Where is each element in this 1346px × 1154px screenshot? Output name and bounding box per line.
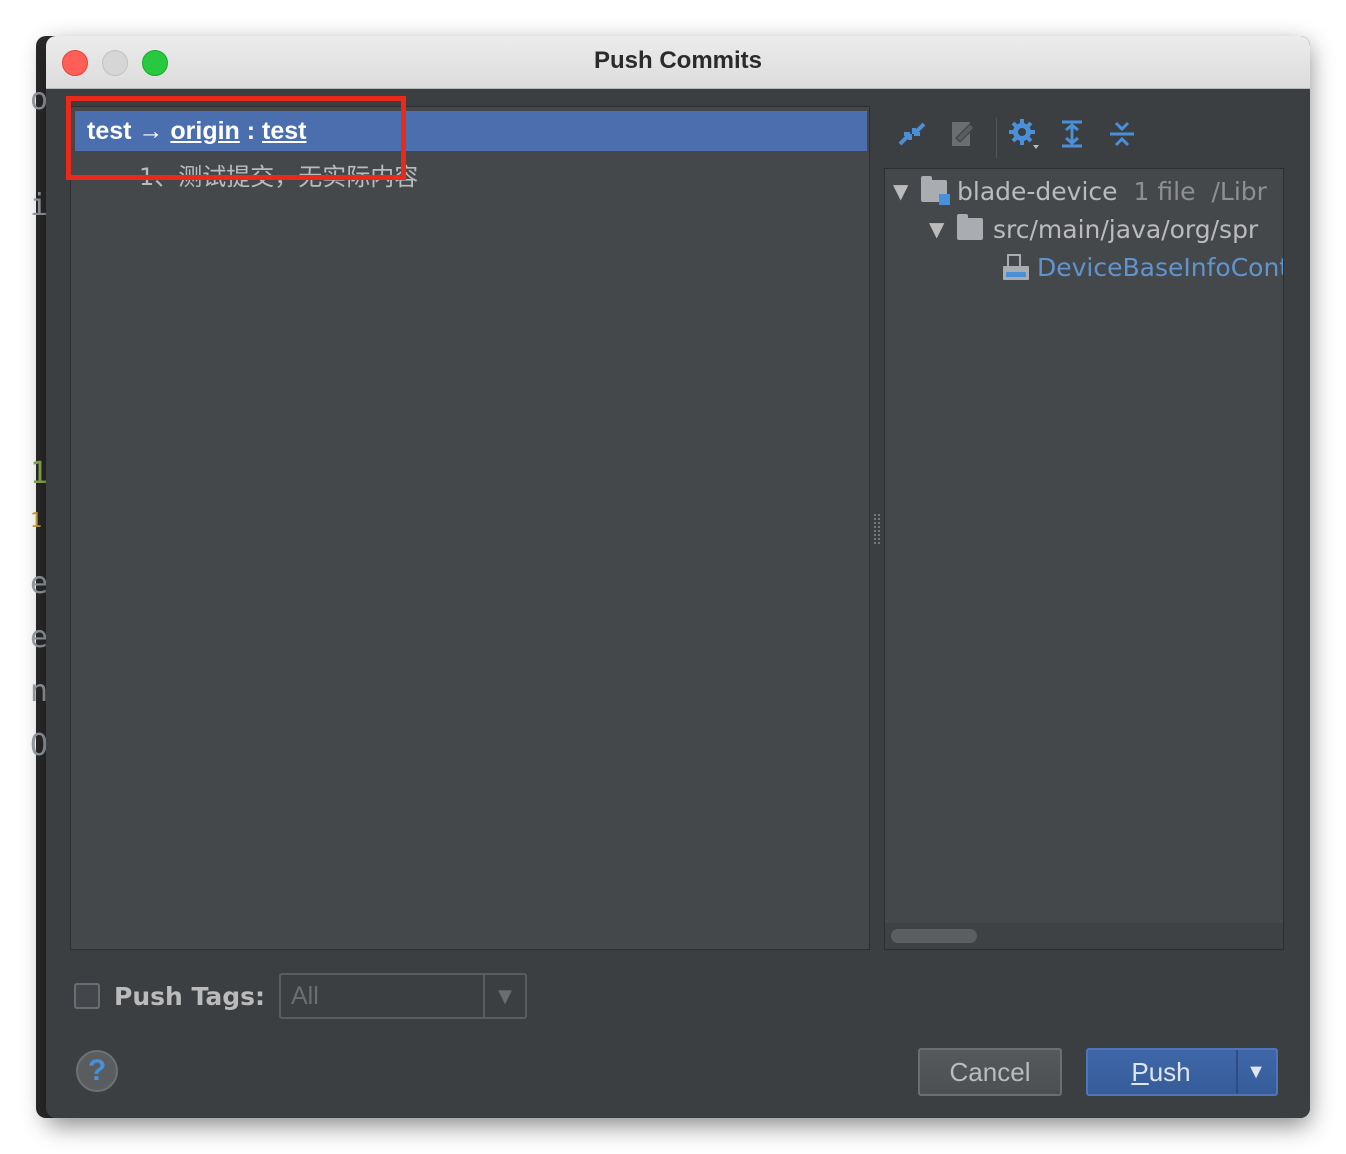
commits-panel: test → origin : test 1、测试提交，无实际内容 [70,106,870,950]
folder-icon [957,214,983,240]
cancel-button[interactable]: Cancel [918,1048,1062,1096]
help-button[interactable]: ? [76,1050,118,1092]
push-tags-checkbox[interactable] [74,983,100,1009]
package-path: src/main/java/org/spr [993,214,1259,244]
tree-node-package[interactable]: ▼ src/main/java/org/spr [929,211,1258,247]
push-tags-label: Push Tags: [114,981,265,1011]
push-tags-select[interactable]: All ▼ [278,973,527,1019]
expand-triangle-icon[interactable]: ▼ [929,217,957,241]
changes-toolbar [892,114,1292,158]
push-commits-dialog: Push Commits test → origin : test 1、测试提交… [46,36,1310,1118]
push-tags-row: Push Tags: All ▼ [74,972,527,1020]
show-diff-icon[interactable] [942,114,982,154]
expand-all-icon[interactable] [1052,114,1092,154]
expand-triangle-icon[interactable]: ▼ [893,179,921,203]
java-file-icon [1001,252,1029,282]
collapse-all-icon[interactable] [1102,114,1142,154]
push-button-label: Push [1131,1056,1191,1087]
module-path: /Libr [1211,176,1267,206]
settings-icon[interactable] [1004,114,1044,154]
window-title: Push Commits [593,47,763,74]
file-name: DeviceBaseInfoCont [1037,252,1284,282]
push-tags-select-value: All [290,982,319,1010]
push-button[interactable]: Push ▼ [1086,1048,1278,1096]
module-folder-icon [921,176,950,205]
toolbar-separator [996,118,997,158]
chevron-down-icon[interactable]: ▼ [482,975,525,1017]
annotation-highlight-box [66,96,406,180]
module-name: blade-device [957,176,1118,206]
panel-splitter-handle[interactable] [874,514,880,544]
title-bar[interactable]: Push Commits [46,36,1310,89]
changed-files-panel: ▼ blade-device 1 file /Libr ▼ src/main/j… [884,168,1284,950]
horizontal-scrollbar-thumb[interactable] [891,929,977,943]
tree-node-module[interactable]: ▼ blade-device 1 file /Libr [893,173,1267,209]
background-editor-glyph: 1 [30,508,43,532]
horizontal-scrollbar-track[interactable] [885,923,1283,949]
module-file-count: 1 file [1133,176,1196,206]
push-options-dropdown-icon[interactable]: ▼ [1236,1061,1276,1084]
tree-node-file[interactable]: DeviceBaseInfoCont [1001,249,1284,285]
collapse-changes-icon[interactable] [892,114,932,154]
